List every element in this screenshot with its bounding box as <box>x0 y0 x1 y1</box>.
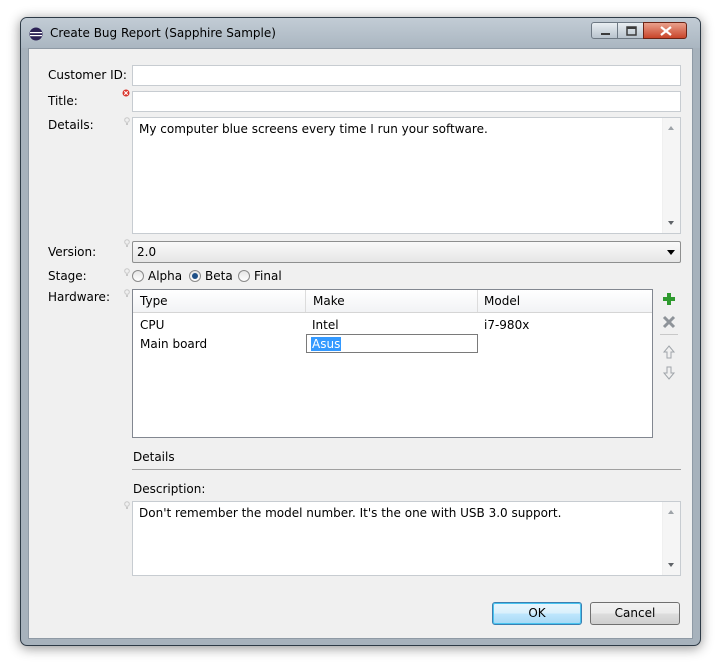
stage-alpha-label[interactable]: Alpha <box>148 269 182 283</box>
content-assist-bulb-icon <box>124 117 130 125</box>
arrow-up-icon[interactable] <box>661 344 677 360</box>
description-textarea[interactable]: Don't remember the model number. It's th… <box>132 501 681 576</box>
description-scrollbar[interactable] <box>662 502 680 575</box>
column-header-type[interactable]: Type <box>140 294 168 308</box>
scroll-up-icon[interactable] <box>668 126 674 130</box>
hardware-table[interactable]: Type Make Model CPU Intel i7-980x Main b… <box>132 289 653 438</box>
cell-type[interactable]: CPU <box>140 318 164 332</box>
scroll-up-icon[interactable] <box>668 510 674 514</box>
cell-editor-input[interactable]: Asus <box>306 334 478 353</box>
stage-beta-label[interactable]: Beta <box>205 269 233 283</box>
eclipse-icon <box>29 27 43 41</box>
minimize-button[interactable] <box>591 22 618 39</box>
stage-final-label[interactable]: Final <box>254 269 282 283</box>
cell-make[interactable]: Intel <box>312 318 339 332</box>
details-scrollbar[interactable] <box>662 118 680 233</box>
window-title: Create Bug Report (Sapphire Sample) <box>50 26 276 40</box>
maximize-icon <box>626 26 637 36</box>
description-value: Don't remember the model number. It's th… <box>139 506 562 520</box>
column-header-make[interactable]: Make <box>313 294 345 308</box>
column-header-model[interactable]: Model <box>484 294 520 308</box>
version-select[interactable]: 2.0 <box>132 241 681 263</box>
details-label: Details: <box>48 118 94 132</box>
title-input[interactable] <box>132 91 681 112</box>
minimize-icon <box>601 33 610 35</box>
details-textarea[interactable]: My computer blue screens every time I ru… <box>132 117 681 234</box>
stage-final-radio[interactable] <box>238 270 250 282</box>
arrow-down-icon[interactable] <box>661 365 677 381</box>
stage-alpha-radio[interactable] <box>132 270 144 282</box>
content-assist-bulb-icon <box>124 289 130 297</box>
maximize-button[interactable] <box>617 22 644 39</box>
title-bar[interactable]: Create Bug Report (Sapphire Sample) <box>21 18 700 48</box>
cell-editor-selected-text: Asus <box>311 337 342 351</box>
toolbar-divider <box>660 334 678 335</box>
scroll-down-icon[interactable] <box>668 563 674 567</box>
content-assist-bulb-icon <box>124 501 130 509</box>
column-divider[interactable] <box>477 290 478 312</box>
chevron-down-icon <box>667 250 675 255</box>
close-button[interactable] <box>643 22 687 39</box>
cancel-button[interactable]: Cancel <box>590 602 680 625</box>
error-marker-icon <box>122 89 130 97</box>
title-label: Title: <box>48 94 78 108</box>
delete-icon[interactable] <box>661 314 677 330</box>
details-value: My computer blue screens every time I ru… <box>139 122 488 136</box>
section-divider <box>132 469 681 470</box>
version-label: Version: <box>48 245 97 259</box>
dialog-window: Create Bug Report (Sapphire Sample) Cust… <box>20 17 701 646</box>
customer-id-input[interactable] <box>132 65 681 86</box>
stage-label: Stage: <box>48 269 87 283</box>
description-label: Description: <box>133 482 206 496</box>
content-assist-bulb-icon <box>124 268 130 276</box>
version-value: 2.0 <box>137 245 157 259</box>
scroll-down-icon[interactable] <box>668 221 674 225</box>
column-divider[interactable] <box>305 290 306 312</box>
close-icon <box>660 26 672 36</box>
cell-model[interactable]: i7-980x <box>484 318 529 332</box>
add-icon[interactable] <box>661 291 677 307</box>
customer-id-label: Customer ID: <box>48 68 127 82</box>
dialog-content: Customer ID: Title: Details: My computer… <box>28 48 693 639</box>
hardware-label: Hardware: <box>48 290 110 304</box>
cell-type[interactable]: Main board <box>140 337 207 351</box>
table-header: Type Make Model <box>133 290 652 313</box>
stage-beta-radio[interactable] <box>189 270 201 282</box>
ok-button[interactable]: OK <box>492 602 582 625</box>
content-assist-bulb-icon <box>124 239 130 247</box>
details-section-heading: Details <box>133 450 175 464</box>
